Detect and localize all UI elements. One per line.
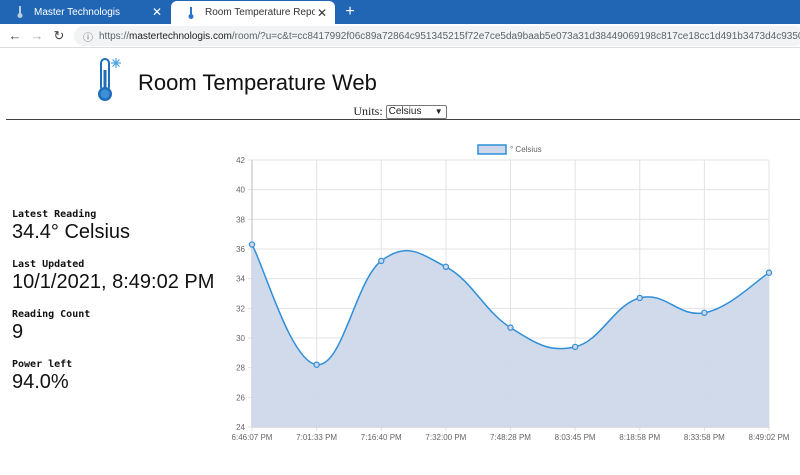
back-arrow-icon[interactable]: ← [6, 27, 24, 45]
units-label: Units: [353, 104, 383, 118]
tab-master-technologis[interactable]: Master Technologis ✕ [0, 0, 170, 24]
thermometer-logo-icon [94, 56, 124, 104]
last-updated-label: Last Updated [12, 259, 85, 270]
y-tick-label: 40 [236, 186, 245, 195]
tab-room-temperature-report[interactable]: Room Temperature Report ✕ [171, 1, 335, 24]
y-tick-label: 32 [236, 304, 245, 313]
data-point [571, 343, 579, 351]
x-tick-label: 8:49:02 PM [749, 433, 790, 442]
data-point [442, 263, 450, 271]
x-tick-label: 8:18:58 PM [619, 433, 660, 442]
new-tab-button[interactable]: + [341, 2, 359, 22]
x-tick-label: 7:32:00 PM [425, 433, 466, 442]
reading-count-value: 9 [12, 321, 24, 343]
y-tick-label: 36 [236, 245, 245, 254]
x-tick-label: 7:01:33 PM [296, 433, 337, 442]
data-point [378, 257, 385, 265]
x-tick-label: 7:16:40 PM [361, 433, 402, 442]
x-tick-label: 7:48:28 PM [490, 433, 531, 442]
browser-tab-strip: Master Technologis ✕ Room Temperature Re… [0, 0, 800, 24]
site-info-icon[interactable]: ⓘ [83, 29, 93, 44]
last-updated-value: 10/1/2021, 8:49:02 PM [12, 271, 215, 293]
data-point [248, 241, 256, 248]
header-divider [6, 119, 800, 120]
power-left-label: Power left [12, 359, 73, 370]
address-bar-row: ← → ↻ ⓘ https://mastertechnologis.com/ro… [0, 24, 800, 48]
y-tick-label: 42 [236, 156, 245, 165]
x-tick-label: 8:03:45 PM [555, 433, 596, 442]
reading-count-label: Reading Count [12, 309, 91, 320]
url-text: https://mastertechnologis.com/room/?u=c&… [99, 30, 800, 42]
data-point [507, 324, 514, 331]
y-tick-label: 28 [236, 364, 245, 373]
thermometer-favicon-icon [14, 6, 26, 18]
x-tick-label: 6:46:07 PM [232, 433, 273, 442]
chevron-down-icon: ▼ [434, 107, 443, 117]
y-tick-label: 38 [236, 215, 245, 224]
tab-title: Master Technologis [34, 6, 120, 18]
data-point [313, 361, 320, 368]
legend-swatch [477, 144, 507, 155]
page-title: Room Temperature Web [138, 70, 377, 95]
units-select[interactable]: Celsius ▼ [385, 105, 447, 120]
data-point [765, 269, 773, 276]
tab-close-icon[interactable]: ✕ [315, 6, 329, 20]
y-tick-label: 34 [236, 275, 245, 284]
tab-title: Room Temperature Report [205, 7, 315, 18]
power-left-value: 94.0% [12, 371, 69, 393]
y-tick-label: 30 [236, 334, 245, 343]
legend-label: ° Celsius [510, 145, 542, 154]
units-row: Units: Celsius ▼ [0, 104, 800, 120]
tab-close-icon[interactable]: ✕ [150, 5, 164, 19]
url-input[interactable]: ⓘ https://mastertechnologis.com/room/?u=… [74, 26, 800, 46]
forward-arrow-icon[interactable]: → [28, 27, 46, 45]
reload-icon[interactable]: ↻ [50, 27, 68, 45]
data-point [636, 294, 643, 302]
latest-reading-label: Latest Reading [12, 209, 97, 220]
thermometer-favicon-icon [185, 6, 197, 19]
y-tick-label: 24 [236, 423, 245, 432]
x-tick-label: 8:33:58 PM [684, 433, 725, 442]
data-point [701, 309, 708, 316]
latest-reading-value: 34.4° Celsius [12, 221, 131, 243]
y-tick-label: 26 [236, 393, 245, 402]
temperature-chart: 24 26 28 30 32 34 36 38 40 42 6:46:07 PM 7:01:33 PM… [232, 144, 790, 442]
